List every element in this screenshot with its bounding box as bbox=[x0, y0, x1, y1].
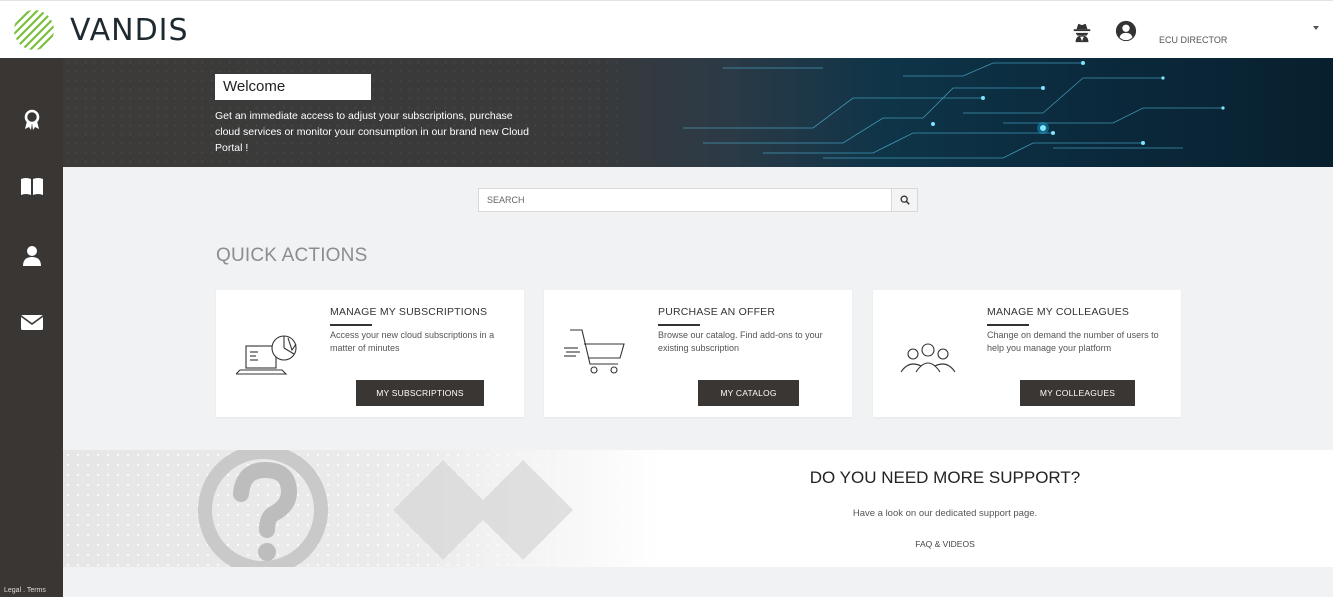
card-title: MANAGE MY SUBSCRIPTIONS bbox=[330, 306, 488, 318]
laptop-chart-icon bbox=[236, 335, 297, 375]
sidebar-item-users[interactable] bbox=[0, 236, 63, 276]
welcome-title: Welcome bbox=[215, 74, 371, 100]
welcome-banner: Welcome Get an immediate access to adjus… bbox=[63, 58, 1333, 167]
legal-terms-link[interactable]: Legal . Terms bbox=[4, 587, 46, 594]
incognito-icon[interactable] bbox=[1071, 21, 1093, 43]
title-underline bbox=[330, 324, 372, 326]
user-icon bbox=[22, 246, 41, 266]
shopping-cart-icon bbox=[564, 329, 625, 374]
welcome-description: Get an immediate access to adjust your s… bbox=[215, 110, 529, 154]
sidebar-item-messages[interactable] bbox=[0, 302, 63, 342]
support-title: DO YOU NEED MORE SUPPORT? bbox=[809, 468, 1081, 487]
card-purchase-offer: PURCHASE AN OFFER Browse our catalog. Fi… bbox=[544, 290, 852, 417]
card-description: Change on demand the number of users to … bbox=[987, 330, 1159, 353]
logo-mark-icon bbox=[14, 10, 54, 50]
users-group-icon bbox=[900, 343, 956, 373]
book-icon bbox=[20, 178, 43, 195]
card-description: Browse our catalog. Find add-ons to your… bbox=[658, 330, 823, 353]
title-underline bbox=[658, 324, 700, 326]
top-bar: VANDIS ECU DIRECTOR bbox=[0, 0, 1333, 58]
caret-down-icon[interactable] bbox=[1313, 26, 1319, 30]
search-input[interactable] bbox=[478, 188, 892, 212]
card-manage-colleagues: MANAGE MY COLLEAGUES Change on demand th… bbox=[873, 290, 1181, 417]
search-button[interactable] bbox=[892, 188, 918, 212]
user-circle-icon[interactable] bbox=[1115, 20, 1137, 42]
search-icon bbox=[900, 195, 910, 205]
title-underline bbox=[987, 324, 1029, 326]
card-title: MANAGE MY COLLEAGUES bbox=[987, 306, 1130, 318]
faq-videos-link[interactable]: FAQ & VIDEOS bbox=[63, 539, 1333, 549]
search-bar bbox=[478, 188, 918, 212]
my-catalog-button[interactable]: MY CATALOG bbox=[698, 380, 799, 406]
support-section: DO YOU NEED MORE SUPPORT? Have a look on… bbox=[63, 450, 1333, 567]
user-name[interactable]: ECU DIRECTOR bbox=[1159, 35, 1227, 45]
card-manage-subscriptions: MANAGE MY SUBSCRIPTIONS Access your new … bbox=[216, 290, 524, 417]
card-title: PURCHASE AN OFFER bbox=[658, 306, 776, 318]
quick-actions-title: QUICK ACTIONS bbox=[216, 245, 368, 266]
envelope-icon bbox=[20, 315, 43, 330]
my-subscriptions-button[interactable]: MY SUBSCRIPTIONS bbox=[356, 380, 484, 406]
card-description: Access your new cloud subscriptions in a… bbox=[330, 330, 495, 353]
award-icon bbox=[24, 109, 39, 130]
sidebar-item-catalog[interactable] bbox=[0, 166, 63, 206]
logo-text: VANDIS bbox=[70, 12, 189, 48]
logo[interactable]: VANDIS bbox=[10, 7, 189, 53]
sidebar: Legal . Terms bbox=[0, 58, 63, 597]
circuit-illustration bbox=[683, 61, 1225, 159]
sidebar-item-rewards[interactable] bbox=[0, 100, 63, 140]
support-subtitle: Have a look on our dedicated support pag… bbox=[852, 508, 1038, 519]
my-colleagues-button[interactable]: MY COLLEAGUES bbox=[1020, 380, 1135, 406]
